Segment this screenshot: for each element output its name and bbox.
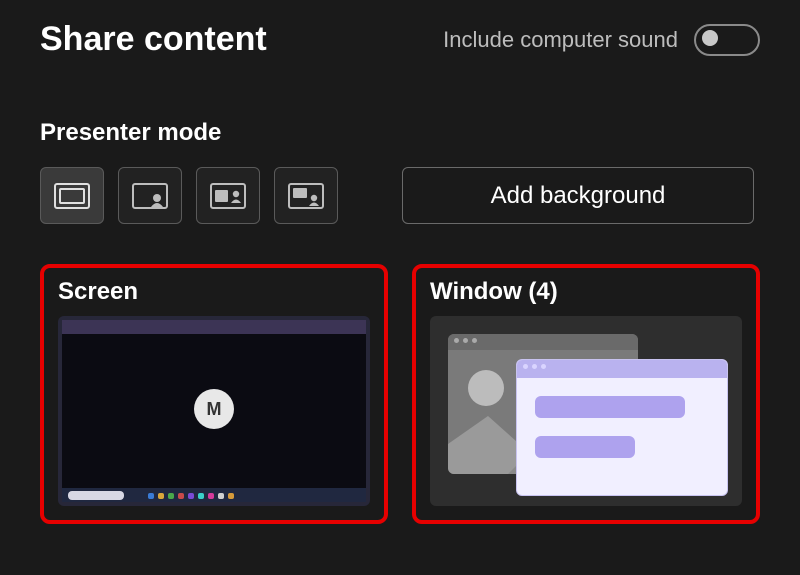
- share-content-panel: Share content Include computer sound Pre…: [0, 0, 800, 544]
- taskbar-search-pill: [68, 491, 124, 500]
- presenter-mode-standout[interactable]: [118, 167, 182, 224]
- image-placeholder-sun-icon: [468, 370, 504, 406]
- add-background-button[interactable]: Add background: [402, 167, 754, 224]
- include-sound-toggle[interactable]: [694, 24, 760, 56]
- add-background-label: Add background: [491, 182, 666, 210]
- avatar-icon: M: [194, 389, 234, 429]
- share-window-card[interactable]: Window (4): [412, 264, 760, 524]
- presenter-mode-label: Presenter mode: [40, 119, 760, 147]
- screen-card-title: Screen: [58, 278, 370, 306]
- side-by-side-icon: [210, 183, 246, 209]
- content-only-icon: [54, 183, 90, 209]
- screen-thumbnail: M: [58, 316, 370, 506]
- include-sound-label: Include computer sound: [443, 27, 678, 53]
- window-thumbnail: [430, 316, 742, 506]
- presenter-mode-reporter[interactable]: [274, 167, 338, 224]
- screen-thumbnail-inner: M: [62, 320, 366, 502]
- page-title: Share content: [40, 20, 267, 59]
- placeholder-text-bar: [535, 396, 685, 418]
- window-thumbnail-front: [516, 359, 728, 496]
- share-options-row: Screen M: [40, 264, 760, 524]
- presenter-mode-side-by-side[interactable]: [196, 167, 260, 224]
- share-screen-card[interactable]: Screen M: [40, 264, 388, 524]
- placeholder-text-bar: [535, 436, 635, 458]
- header-row: Share content Include computer sound: [40, 20, 760, 59]
- presenter-mode-content-only[interactable]: [40, 167, 104, 224]
- presenter-mode-row: Add background: [40, 167, 760, 224]
- traffic-lights-icon: [454, 338, 477, 343]
- reporter-icon: [288, 183, 324, 209]
- traffic-lights-icon: [523, 364, 546, 369]
- taskbar-app-icons: [148, 493, 234, 499]
- standout-icon: [132, 183, 168, 209]
- window-back-titlebar: [448, 334, 638, 350]
- include-sound-control: Include computer sound: [443, 24, 760, 56]
- window-front-titlebar: [517, 360, 727, 378]
- screen-thumbnail-titlebar: [62, 320, 366, 334]
- window-card-title: Window (4): [430, 278, 742, 306]
- toggle-knob: [702, 30, 718, 46]
